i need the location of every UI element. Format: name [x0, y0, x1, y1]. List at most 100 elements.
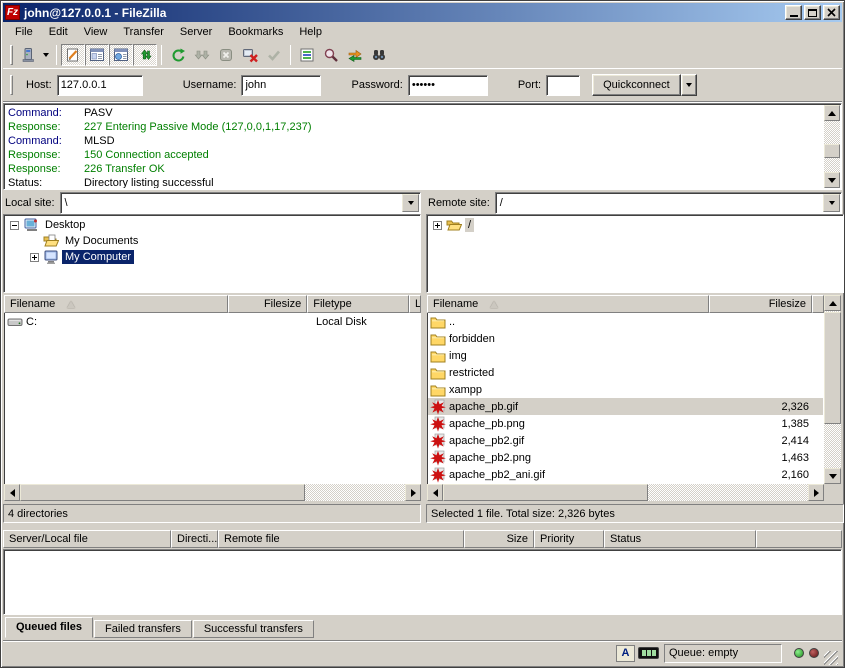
- filter-button[interactable]: [295, 44, 319, 66]
- remote-site-combobox[interactable]: /: [495, 192, 842, 214]
- image-file-icon: [430, 450, 446, 466]
- file-row[interactable]: xampp: [428, 381, 823, 398]
- file-row[interactable]: restricted: [428, 364, 823, 381]
- abort-button[interactable]: [262, 44, 286, 66]
- tree-item-my-computer[interactable]: My Computer: [10, 249, 420, 265]
- site-manager-dropdown[interactable]: [40, 44, 52, 66]
- cancel-operation-button[interactable]: [214, 44, 238, 66]
- column-filesize[interactable]: Filesize: [228, 295, 307, 313]
- menu-server[interactable]: Server: [172, 24, 220, 40]
- menu-file[interactable]: File: [7, 24, 41, 40]
- file-row[interactable]: forbidden: [428, 330, 823, 347]
- expand-icon[interactable]: [30, 253, 39, 262]
- disk-drive-icon: [7, 314, 23, 330]
- scroll-up-button[interactable]: [824, 295, 841, 311]
- column-last-modified[interactable]: L: [409, 295, 421, 313]
- quickbar-grip[interactable]: [10, 75, 13, 95]
- column-sliver[interactable]: [812, 295, 824, 313]
- scroll-left-button[interactable]: [4, 484, 20, 501]
- file-row[interactable]: apache_pb2_ani.gif2,160: [428, 466, 823, 483]
- tab-successful-transfers[interactable]: Successful transfers: [193, 620, 314, 638]
- file-row[interactable]: C: Local Disk: [5, 313, 420, 330]
- tree-item-my-documents[interactable]: My Documents: [10, 233, 420, 249]
- username-label: Username:: [183, 79, 237, 91]
- column-filesize[interactable]: Filesize: [709, 295, 812, 313]
- toggle-queue-button[interactable]: [133, 44, 157, 66]
- file-row[interactable]: img: [428, 347, 823, 364]
- remote-vscrollbar[interactable]: [824, 295, 841, 484]
- tree-item-desktop[interactable]: Desktop: [10, 217, 420, 233]
- remote-hscrollbar[interactable]: [427, 484, 824, 501]
- collapse-icon[interactable]: [10, 221, 19, 230]
- scroll-thumb[interactable]: [824, 312, 841, 424]
- remote-status-text: Selected 1 file. Total size: 2,326 bytes: [426, 504, 844, 523]
- toggle-local-tree-button[interactable]: [85, 44, 109, 66]
- compare-button[interactable]: [319, 44, 343, 66]
- log-line: Command:MLSD: [5, 134, 823, 148]
- menu-view[interactable]: View: [76, 24, 116, 40]
- scroll-thumb[interactable]: [20, 484, 305, 501]
- scroll-left-button[interactable]: [427, 484, 443, 501]
- combo-dropdown-button[interactable]: [823, 194, 840, 212]
- toggle-remote-tree-button[interactable]: [109, 44, 133, 66]
- quickconnect-dropdown[interactable]: [681, 74, 697, 96]
- tab-failed-transfers[interactable]: Failed transfers: [94, 620, 192, 638]
- toolbar-separator: [290, 45, 291, 65]
- toolbar-grip[interactable]: [10, 45, 13, 65]
- minimize-button[interactable]: [785, 5, 802, 20]
- column-filename[interactable]: Filename: [4, 295, 228, 313]
- column-filename[interactable]: Filename: [427, 295, 709, 313]
- menu-edit[interactable]: Edit: [41, 24, 76, 40]
- username-input[interactable]: [241, 75, 321, 96]
- process-queue-button[interactable]: [190, 44, 214, 66]
- scroll-right-button[interactable]: [808, 484, 824, 501]
- column-priority[interactable]: Priority: [534, 530, 604, 548]
- column-filetype[interactable]: Filetype: [307, 295, 409, 313]
- documents-folder-icon: [43, 233, 59, 249]
- local-site-combobox[interactable]: \: [60, 192, 421, 214]
- column-server-local-file[interactable]: Server/Local file: [3, 530, 171, 548]
- maximize-button[interactable]: [804, 5, 821, 20]
- scroll-down-button[interactable]: [824, 468, 841, 484]
- file-row[interactable]: ..: [428, 313, 823, 330]
- tree-item-root[interactable]: /: [433, 217, 843, 233]
- local-hscrollbar[interactable]: [4, 484, 421, 501]
- site-manager-button[interactable]: [16, 44, 40, 66]
- transfer-queue-list: [3, 549, 842, 615]
- scroll-thumb[interactable]: [824, 144, 840, 158]
- scroll-thumb[interactable]: [443, 484, 648, 501]
- menu-transfer[interactable]: Transfer: [115, 24, 172, 40]
- disconnect-button[interactable]: [238, 44, 262, 66]
- column-direction[interactable]: Directi...: [171, 530, 218, 548]
- folder-icon: [430, 365, 446, 381]
- combo-dropdown-button[interactable]: [402, 194, 419, 212]
- file-row-selected[interactable]: apache_pb.gif2,326: [428, 398, 823, 415]
- file-row[interactable]: apache_pb.png1,385: [428, 415, 823, 432]
- column-remote-file[interactable]: Remote file: [218, 530, 464, 548]
- scroll-down-button[interactable]: [824, 172, 840, 188]
- refresh-button[interactable]: [166, 44, 190, 66]
- column-size[interactable]: Size: [464, 530, 534, 548]
- host-input[interactable]: [57, 75, 143, 96]
- log-scrollbar[interactable]: [824, 105, 840, 188]
- column-blank[interactable]: [756, 530, 842, 548]
- toggle-log-view-button[interactable]: [61, 44, 85, 66]
- password-input[interactable]: [408, 75, 488, 96]
- tab-queued-files[interactable]: Queued files: [5, 617, 93, 638]
- expand-icon[interactable]: [433, 221, 442, 230]
- column-status[interactable]: Status: [604, 530, 756, 548]
- find-button[interactable]: [367, 44, 391, 66]
- file-row[interactable]: apache_pb2.png1,463: [428, 449, 823, 466]
- close-button[interactable]: [823, 5, 840, 20]
- scroll-up-button[interactable]: [824, 105, 840, 121]
- scroll-right-button[interactable]: [405, 484, 421, 501]
- resize-grip[interactable]: [824, 651, 838, 665]
- sync-browsing-button[interactable]: [343, 44, 367, 66]
- menu-bookmarks[interactable]: Bookmarks: [220, 24, 291, 40]
- port-input[interactable]: [546, 75, 580, 96]
- file-row[interactable]: apache_pb2.gif2,414: [428, 432, 823, 449]
- quickconnect-button[interactable]: Quickconnect: [592, 74, 681, 96]
- minimize-icon: [790, 15, 798, 17]
- disconnect-icon: [242, 47, 258, 63]
- menu-help[interactable]: Help: [291, 24, 330, 40]
